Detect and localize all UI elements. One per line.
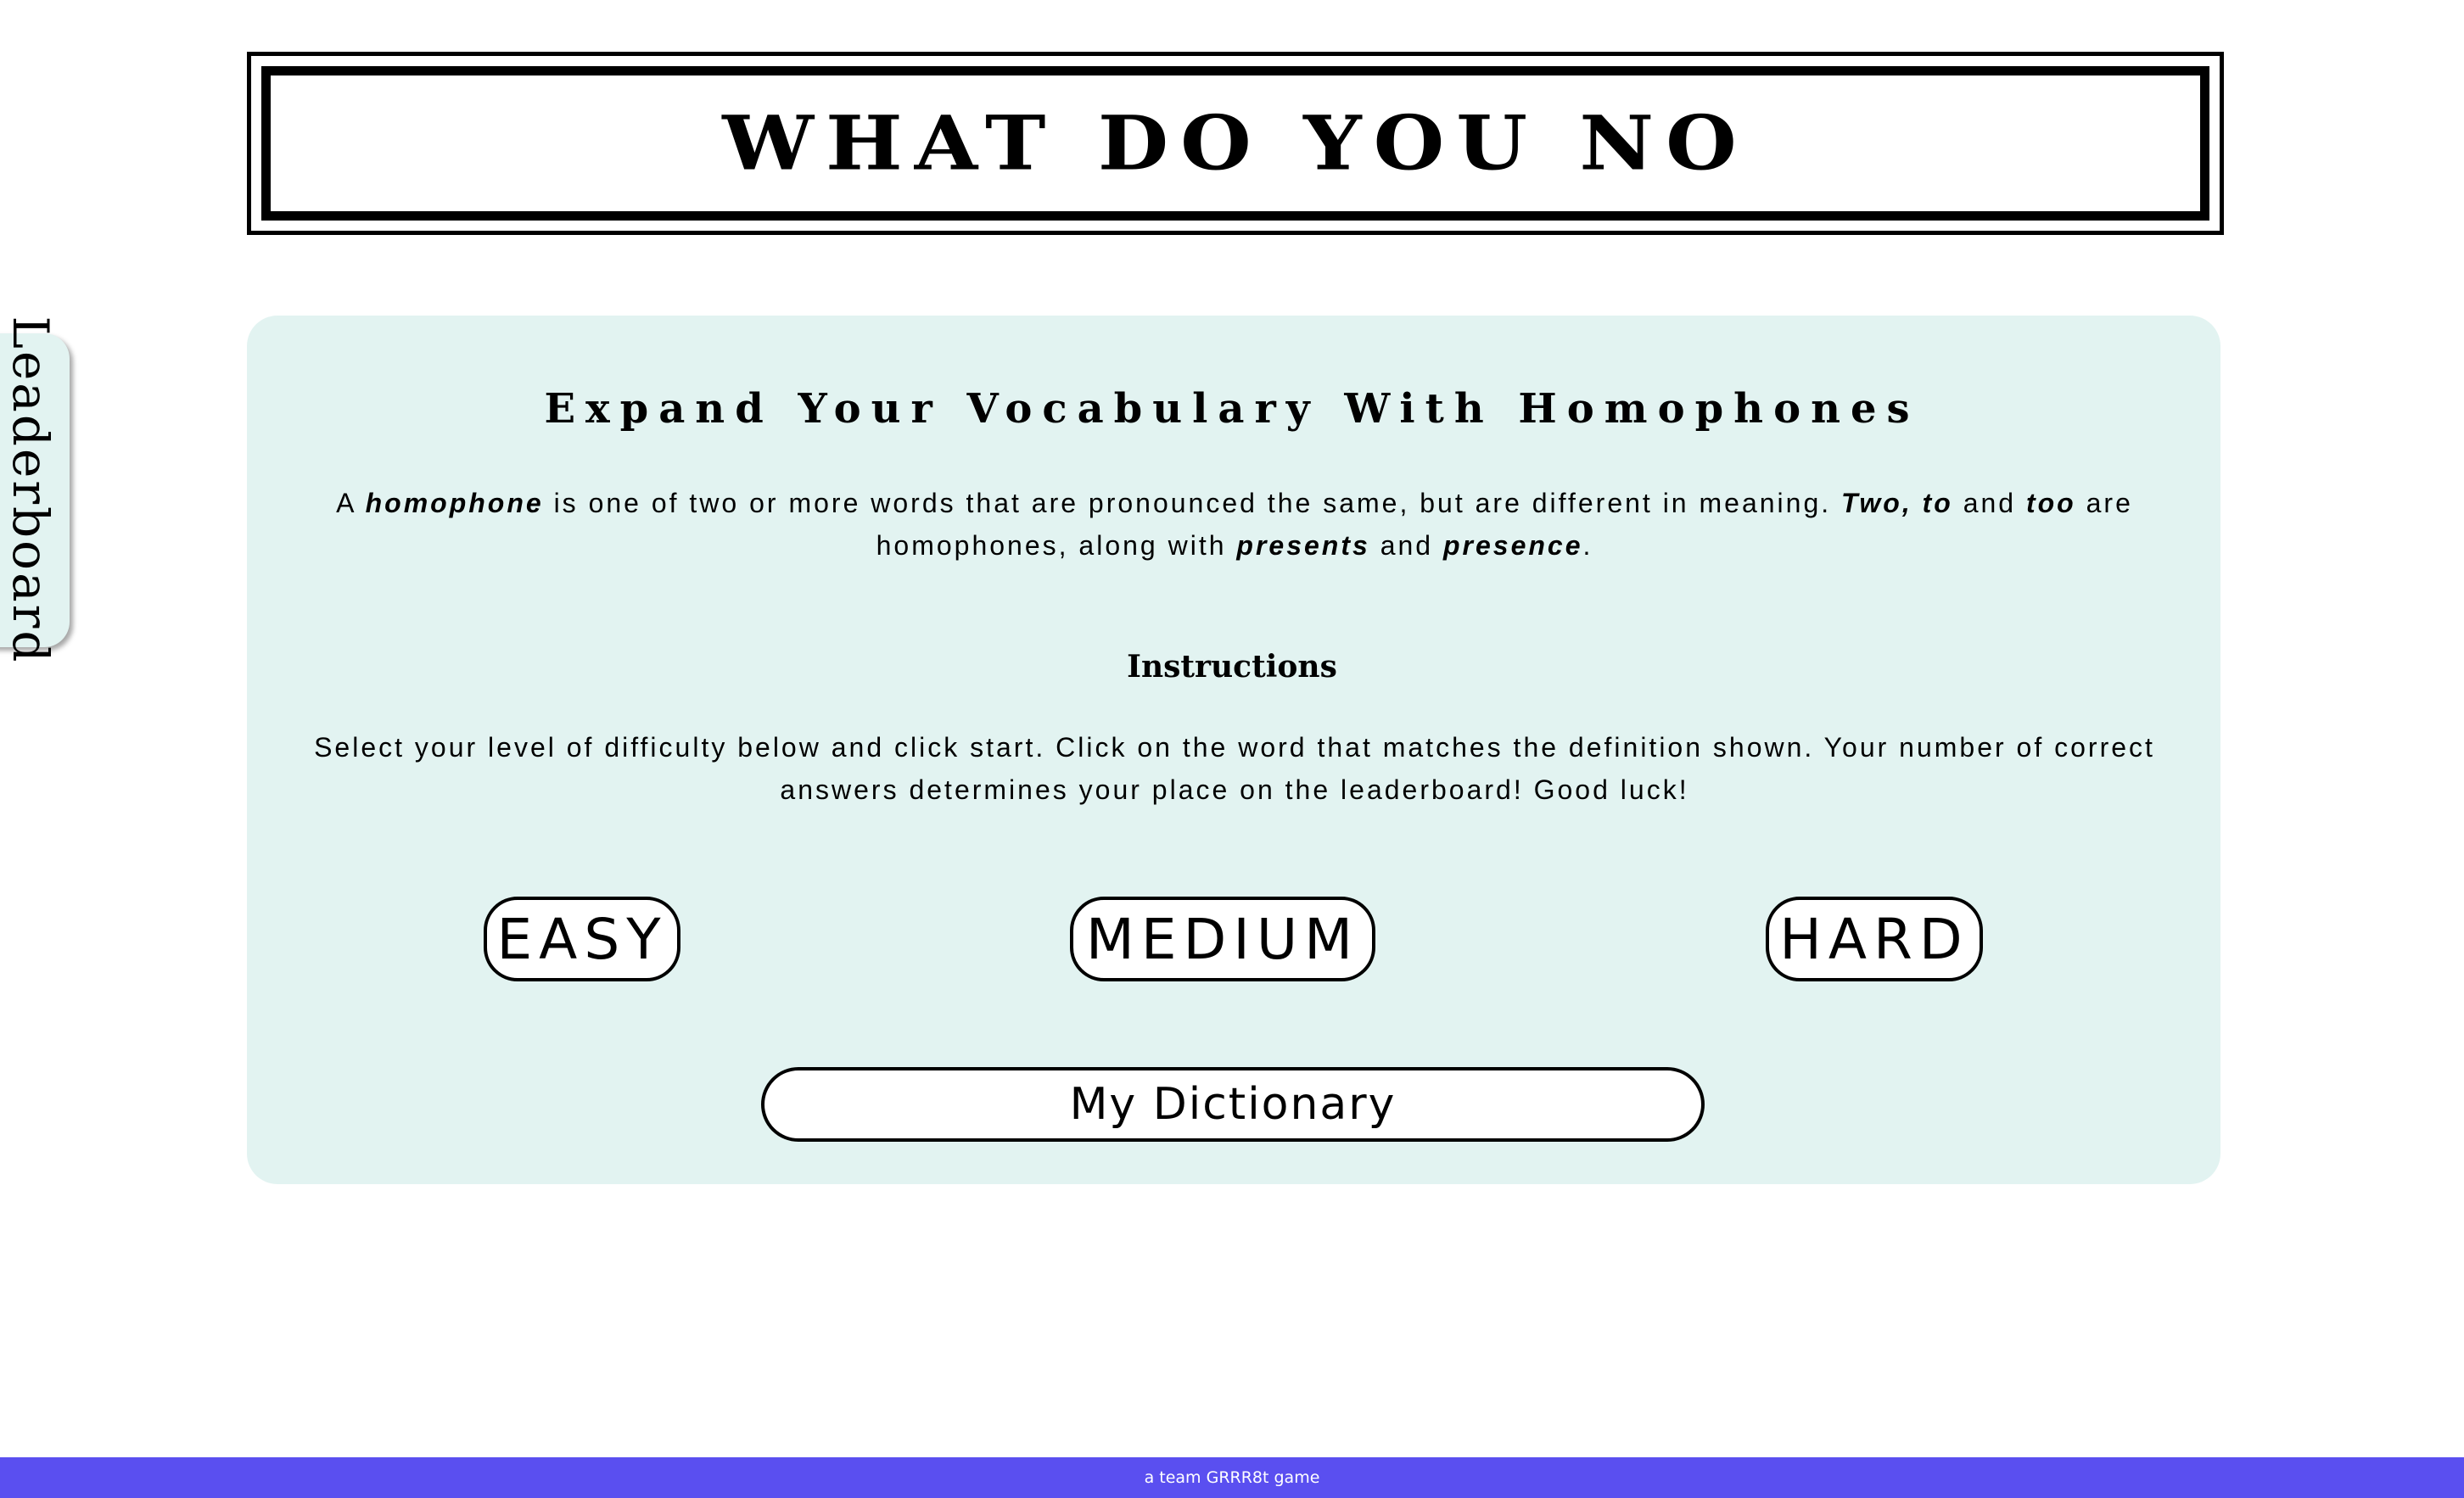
instructions-heading: Instructions	[1127, 649, 1337, 685]
instructions-text: Select your level of difficulty below an…	[314, 732, 2155, 805]
intro-text-3: and	[1952, 488, 2026, 518]
homophone-definition: A homophone is one of two or more words …	[288, 482, 2181, 567]
intro-text-5: and	[1369, 530, 1443, 561]
intro-example-1: Two, to	[1841, 488, 1953, 518]
page: WHAT DO YOU NO Leaderboard Expand Your V…	[0, 0, 2464, 1498]
panel-heading: Expand Your Vocabulary With Homophones	[544, 385, 1920, 433]
intro-example-4: presence	[1442, 530, 1583, 561]
leaderboard-tab-label: Leaderboard	[2, 316, 59, 665]
easy-button[interactable]: EASY	[484, 897, 680, 981]
intro-example-3: presents	[1236, 530, 1370, 561]
medium-button[interactable]: MEDIUM	[1070, 897, 1375, 981]
intro-example-2: too	[2025, 488, 2076, 518]
footer-credit: a team GRRR8t game	[1144, 1468, 1320, 1487]
intro-term: homophone	[365, 488, 544, 518]
leaderboard-tab[interactable]: Leaderboard	[0, 316, 70, 665]
intro-text-6: .	[1582, 530, 1593, 561]
intro-text-1: A	[336, 488, 366, 518]
footer: a team GRRR8t game	[0, 1457, 2464, 1498]
header-inner-frame: WHAT DO YOU NO	[261, 66, 2209, 221]
header-frame: WHAT DO YOU NO	[247, 52, 2224, 235]
hard-button[interactable]: HARD	[1766, 897, 1983, 981]
my-dictionary-button[interactable]: My Dictionary	[761, 1067, 1705, 1142]
app-title: WHAT DO YOU NO	[722, 98, 1749, 187]
intro-text-2: is one of two or more words that are pro…	[543, 488, 1842, 518]
